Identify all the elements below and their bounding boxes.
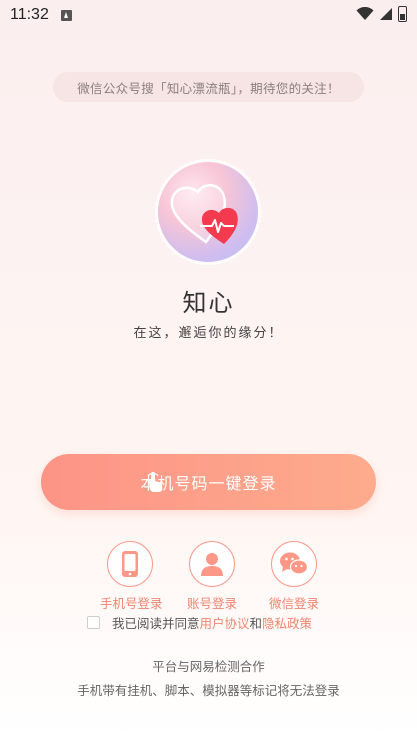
app-title: 知心 <box>182 289 235 317</box>
wifi-icon <box>356 7 374 20</box>
agreement-checkbox[interactable] <box>87 616 100 629</box>
footer-warning-text: 手机带有挂机、脚本、模拟器等标记将无法登录 <box>77 683 340 698</box>
wechat-login-label: 微信登录 <box>268 596 319 611</box>
app-slogan: 在这，邂逅你的缘分！ <box>133 326 284 341</box>
account-login-circle[interactable] <box>189 541 235 587</box>
privacy-policy-link[interactable]: 隐私政策 <box>262 613 312 632</box>
wechat-login-circle[interactable] <box>271 541 317 587</box>
one-click-login-button[interactable]: 本机号码一键登录 <box>41 454 376 510</box>
person-icon <box>201 553 223 576</box>
wechat-login-option[interactable]: 微信登录 <box>264 541 324 612</box>
status-time: 11:32 <box>10 6 49 23</box>
footer-partner-text: 平台与网易检测合作 <box>152 659 265 674</box>
agreement-row: 我已阅读并同意 用户协议 和 隐私政策 <box>87 613 312 632</box>
user-agreement-link[interactable]: 用户协议 <box>200 613 250 632</box>
agreement-prefix: 我已阅读并同意 <box>112 616 200 631</box>
signal-icon <box>380 8 392 20</box>
account-login-option[interactable]: 账号登录 <box>182 541 242 612</box>
notification-icon <box>60 9 72 21</box>
phone-icon <box>122 551 138 577</box>
phone-login-circle[interactable] <box>107 541 153 587</box>
phone-login-option[interactable]: 手机号登录 <box>100 541 163 612</box>
status-icons <box>356 6 407 22</box>
agreement-and: 和 <box>249 616 263 631</box>
phone-login-label: 手机号登录 <box>100 596 163 611</box>
wechat-notice-banner: 微信公众号搜「知心漂流瓶」，期待您的关注！ <box>53 72 364 102</box>
app-logo <box>158 162 258 262</box>
tap-hand-icon <box>147 472 162 492</box>
status-bar: 11:32 <box>0 0 417 30</box>
wechat-icon <box>280 552 309 575</box>
battery-icon <box>398 6 407 22</box>
account-login-label: 账号登录 <box>186 596 237 611</box>
